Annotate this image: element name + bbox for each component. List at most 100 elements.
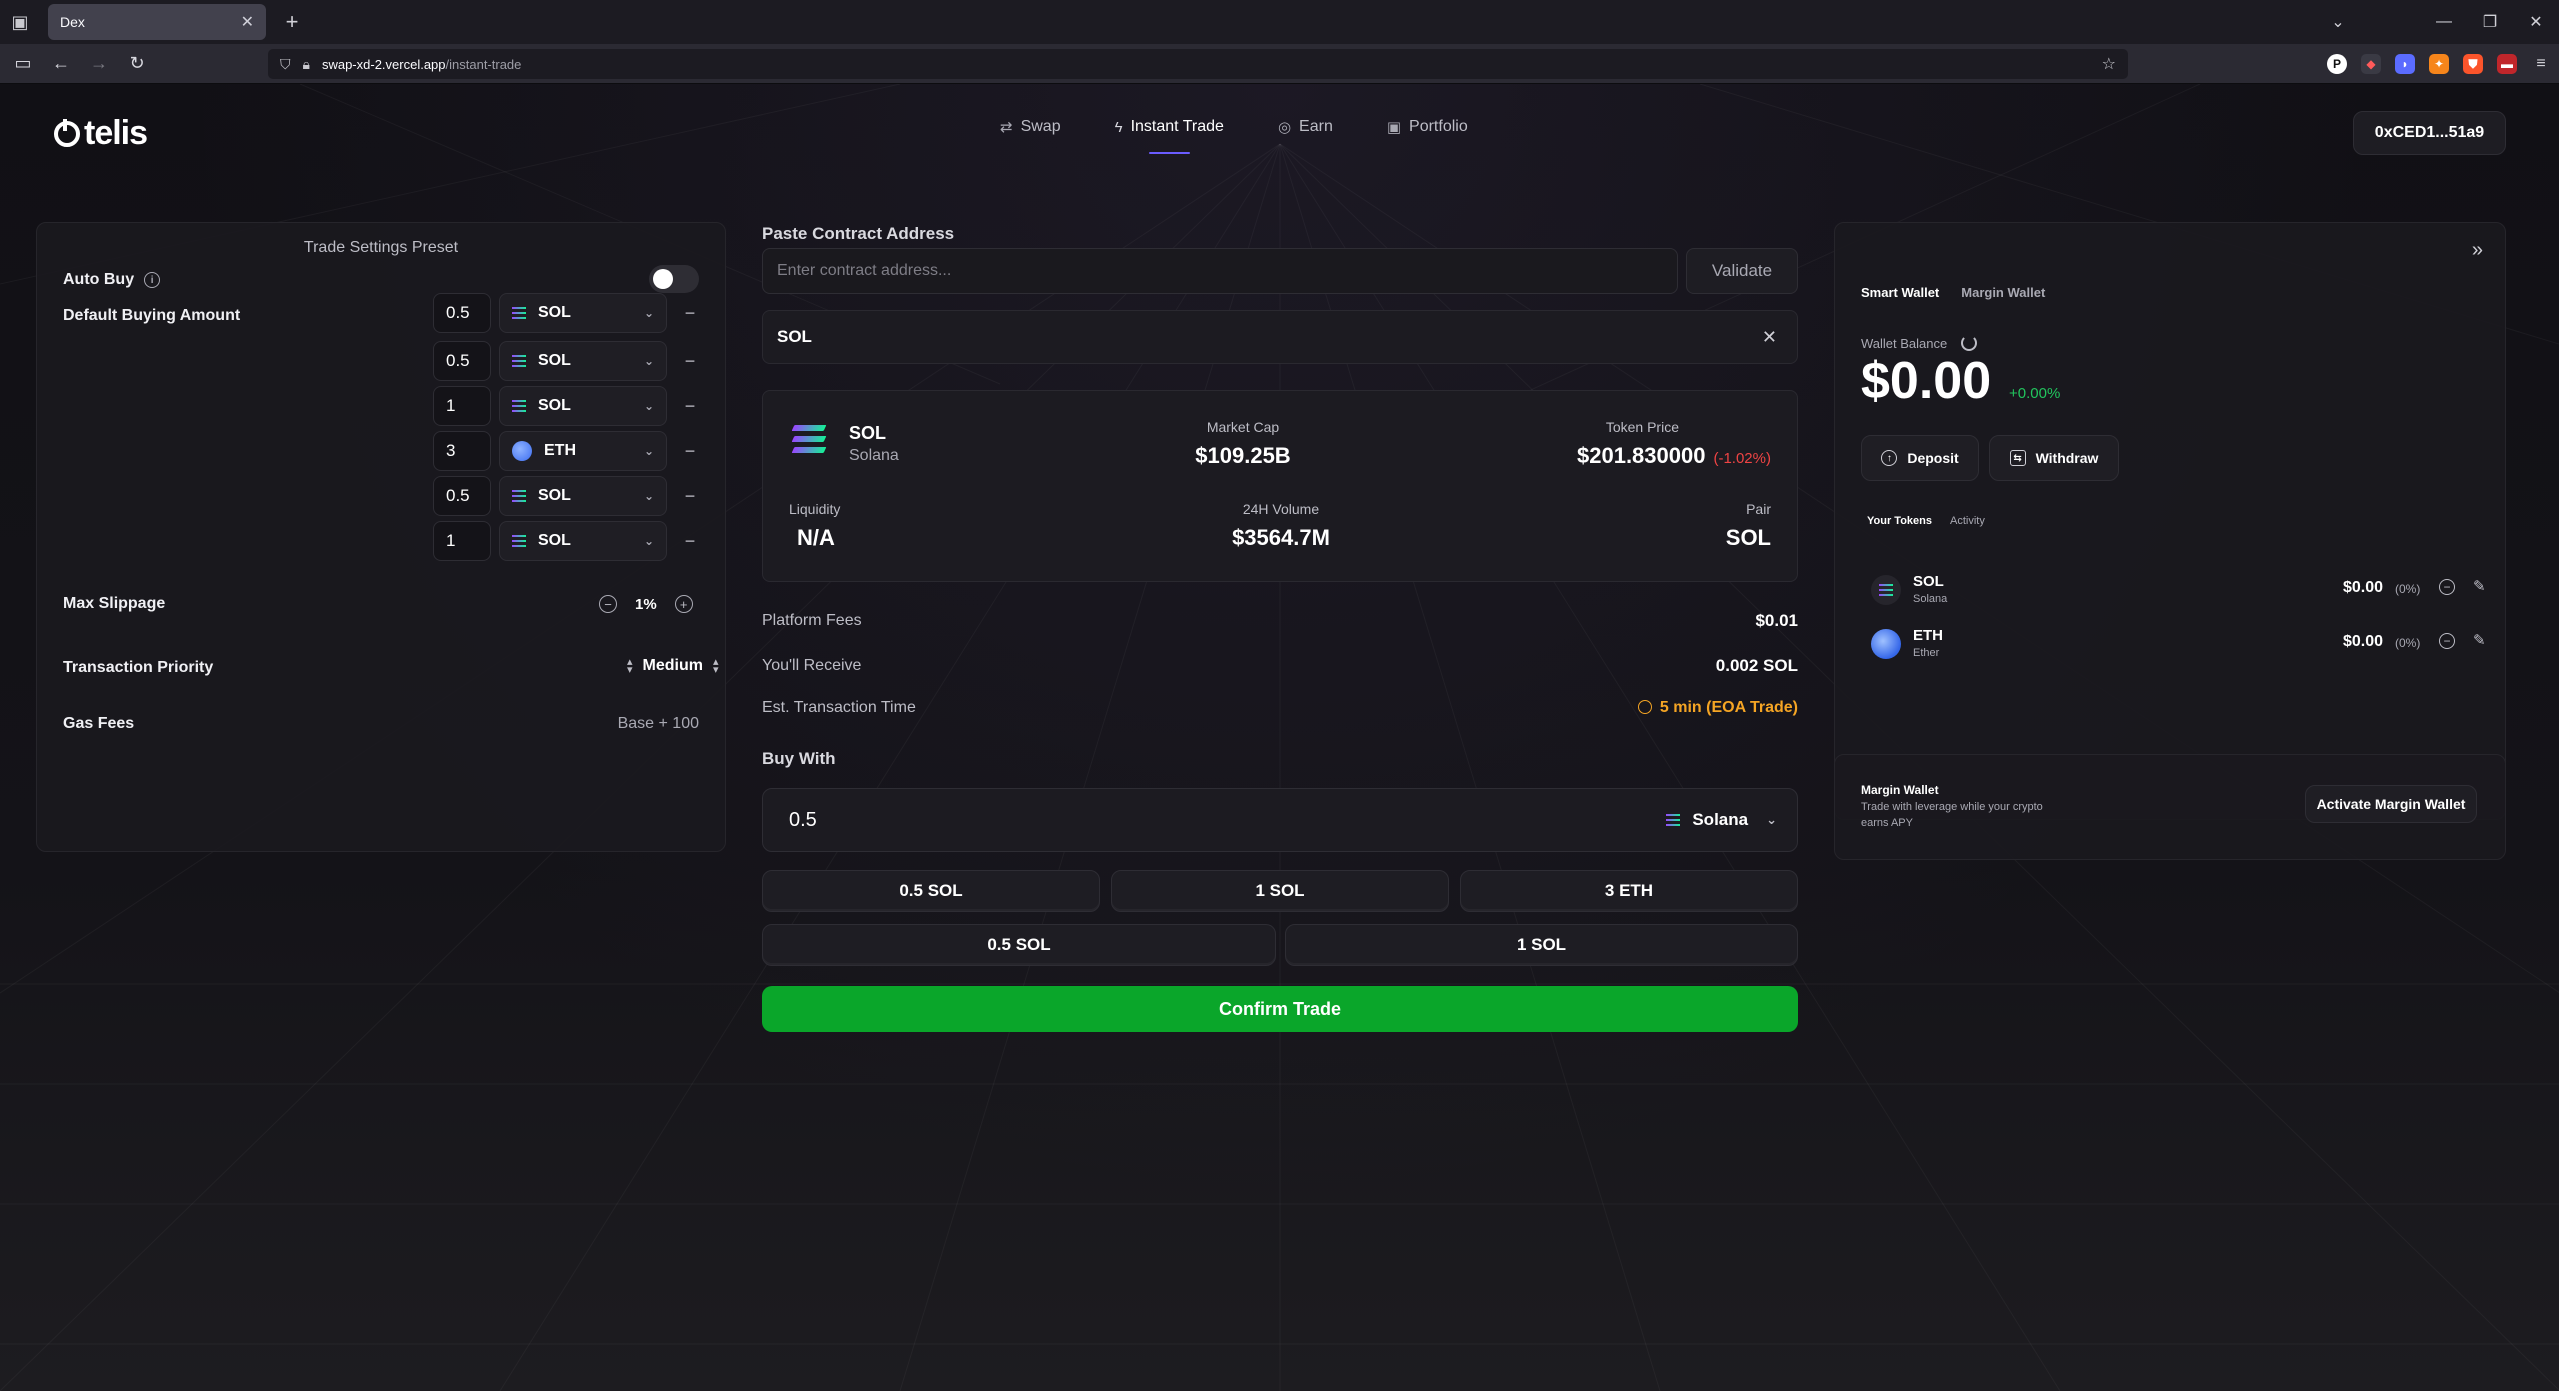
extension-shield-icon[interactable]: ⛊	[2463, 54, 2483, 74]
amount-input[interactable]: 1	[433, 521, 491, 561]
decrease-slippage-button[interactable]: −	[599, 595, 617, 613]
increase-slippage-button[interactable]: +	[674, 595, 693, 613]
selected-token-text: SOL	[777, 327, 812, 346]
buy-token-select[interactable]: Solana ⌄	[1666, 810, 1777, 830]
extension-ghost-icon[interactable]: ◗	[2395, 54, 2415, 74]
nav-portfolio[interactable]: ▣ Portfolio	[1387, 118, 1468, 136]
tab-activity[interactable]: Activity	[1950, 515, 1985, 527]
tab-list-icon[interactable]: ⌄	[2315, 12, 2361, 32]
pair-stat: Pair SOL	[1726, 501, 1771, 551]
back-icon[interactable]: ←	[42, 44, 80, 84]
tab-your-tokens[interactable]: Your Tokens	[1867, 515, 1932, 527]
extension-red-icon[interactable]: ▬	[2497, 54, 2517, 74]
wallet-address-button[interactable]: 0xCED1...51a9	[2353, 111, 2506, 155]
nav-instant-trade[interactable]: ϟ Instant Trade	[1115, 118, 1224, 154]
extensions-bar: P ◆ ◗ ✦ ⛊ ▬ ≡	[2327, 44, 2551, 84]
tab-smart-wallet[interactable]: Smart Wallet	[1861, 285, 1939, 300]
confirm-trade-button[interactable]: Confirm Trade	[762, 986, 1798, 1032]
refresh-icon[interactable]	[1961, 335, 1978, 351]
remove-amount-button[interactable]: −	[681, 486, 699, 507]
withdraw-button[interactable]: ⇆ Withdraw	[1989, 435, 2119, 481]
quick-amount-button[interactable]: 0.5 SOL	[762, 924, 1276, 966]
url-path: /instant-trade	[445, 56, 522, 72]
token-price-stat: Token Price $201.830000 (-1.02%)	[1577, 419, 1771, 469]
edit-icon[interactable]: ✎	[2473, 631, 2486, 649]
token-value: $0.00	[2343, 579, 2384, 596]
token-name: Ether	[1913, 647, 1940, 659]
buy-token-label: Solana	[1692, 810, 1749, 829]
contract-address-input[interactable]	[762, 248, 1678, 294]
token-select[interactable]: SOL ⌄	[499, 293, 667, 333]
remove-token-icon[interactable]: −	[2439, 579, 2455, 595]
token-row[interactable]: ETH Ether $0.00 (0%) − ✎	[1871, 623, 2486, 663]
token-select[interactable]: ETH ⌄	[499, 431, 667, 471]
amount-input[interactable]: 0.5	[433, 293, 491, 333]
quick-amount-button[interactable]: 0.5 SOL	[762, 870, 1100, 912]
close-window-icon[interactable]: ✕	[2513, 12, 2559, 32]
restore-icon[interactable]: ❐	[2467, 12, 2513, 32]
app-page: telis ⇄ Swap ϟ Instant Trade ◎ Earn ▣ Po…	[0, 84, 2559, 1391]
buy-amount-field[interactable]: 0.5 Solana ⌄	[762, 788, 1798, 852]
amount-input[interactable]: 0.5	[433, 341, 491, 381]
extension-fox-icon[interactable]: ✦	[2429, 54, 2449, 74]
remove-amount-button[interactable]: −	[681, 351, 699, 372]
token-symbol: SOL	[1913, 573, 1944, 590]
token-row[interactable]: SOL Solana $0.00 (0%) − ✎	[1871, 569, 2486, 609]
token-value: $0.00	[2343, 633, 2384, 650]
remove-amount-button[interactable]: −	[681, 303, 699, 324]
sort-arrows-icon: ▴ ▾	[712, 656, 719, 676]
collapse-panel-icon[interactable]: »	[2472, 239, 2483, 262]
solana-logo-icon	[791, 425, 827, 453]
reload-icon[interactable]: ↻	[118, 44, 156, 84]
token-select[interactable]: SOL ⌄	[499, 476, 667, 516]
token-select[interactable]: SOL ⌄	[499, 521, 667, 561]
edit-icon[interactable]: ✎	[2473, 577, 2486, 595]
forward-icon[interactable]: →	[80, 44, 118, 84]
chevron-down-icon: ⌄	[1766, 812, 1777, 827]
browser-tab[interactable]: Dex ✕	[48, 4, 266, 40]
amount-input[interactable]: 0.5	[433, 476, 491, 516]
solana-icon	[512, 355, 526, 367]
validate-button[interactable]: Validate	[1686, 248, 1798, 294]
main-nav: ⇄ Swap ϟ Instant Trade ◎ Earn ▣ Portfoli…	[1000, 118, 1468, 154]
telis-logo[interactable]: telis	[54, 114, 148, 153]
minimize-icon[interactable]: —	[2421, 13, 2467, 31]
url-bar[interactable]: ⛉ 🔒︎ swap-xd-2.vercel.app/instant-trade …	[268, 49, 2128, 79]
activate-margin-wallet-button[interactable]: Activate Margin Wallet	[2305, 785, 2477, 823]
lock-icon[interactable]: 🔒︎	[303, 56, 310, 73]
remove-amount-button[interactable]: −	[681, 441, 699, 462]
tab-margin-wallet[interactable]: Margin Wallet	[1961, 285, 2045, 300]
quick-amount-button[interactable]: 1 SOL	[1111, 870, 1449, 912]
quick-amount-button[interactable]: 1 SOL	[1285, 924, 1798, 966]
token-select[interactable]: SOL ⌄	[499, 341, 667, 381]
extension-p-icon[interactable]: P	[2327, 54, 2347, 74]
volume-label: 24H Volume	[1242, 501, 1320, 517]
tracking-shield-icon[interactable]: ⛉	[280, 56, 291, 73]
deposit-button[interactable]: ↑ Deposit	[1861, 435, 1979, 481]
new-tab-button[interactable]: +	[272, 4, 312, 40]
bookmark-star-icon[interactable]: ☆	[2102, 54, 2116, 74]
token-name: Solana	[849, 447, 899, 464]
menu-icon[interactable]: ≡	[2531, 54, 2551, 74]
amount-input[interactable]: 1	[433, 386, 491, 426]
deposit-label: Deposit	[1907, 450, 1959, 466]
remove-token-icon[interactable]: −	[2439, 633, 2455, 649]
selected-token-field[interactable]: SOL ✕	[762, 310, 1798, 364]
info-icon[interactable]: i	[144, 272, 161, 288]
ethereum-icon	[512, 441, 532, 461]
amount-input[interactable]: 3	[433, 431, 491, 471]
extension-badge-icon[interactable]: ◆	[2361, 54, 2381, 74]
margin-wallet-card: Margin Wallet Trade with leverage while …	[1834, 754, 2506, 860]
priority-select[interactable]: ▴ ▾ Medium ▴ ▾	[627, 656, 719, 676]
nav-swap[interactable]: ⇄ Swap	[1000, 118, 1061, 136]
remove-amount-button[interactable]: −	[681, 396, 699, 417]
sidebar-toggle-icon[interactable]: ▭	[4, 44, 42, 84]
tab-overview-icon[interactable]: ▣	[0, 0, 40, 44]
token-select[interactable]: SOL ⌄	[499, 386, 667, 426]
clear-icon[interactable]: ✕	[1762, 327, 1777, 348]
nav-earn[interactable]: ◎ Earn	[1278, 118, 1333, 136]
close-tab-icon[interactable]: ✕	[241, 12, 254, 32]
auto-buy-toggle[interactable]	[649, 265, 699, 293]
remove-amount-button[interactable]: −	[681, 531, 699, 552]
quick-amount-button[interactable]: 3 ETH	[1460, 870, 1798, 912]
